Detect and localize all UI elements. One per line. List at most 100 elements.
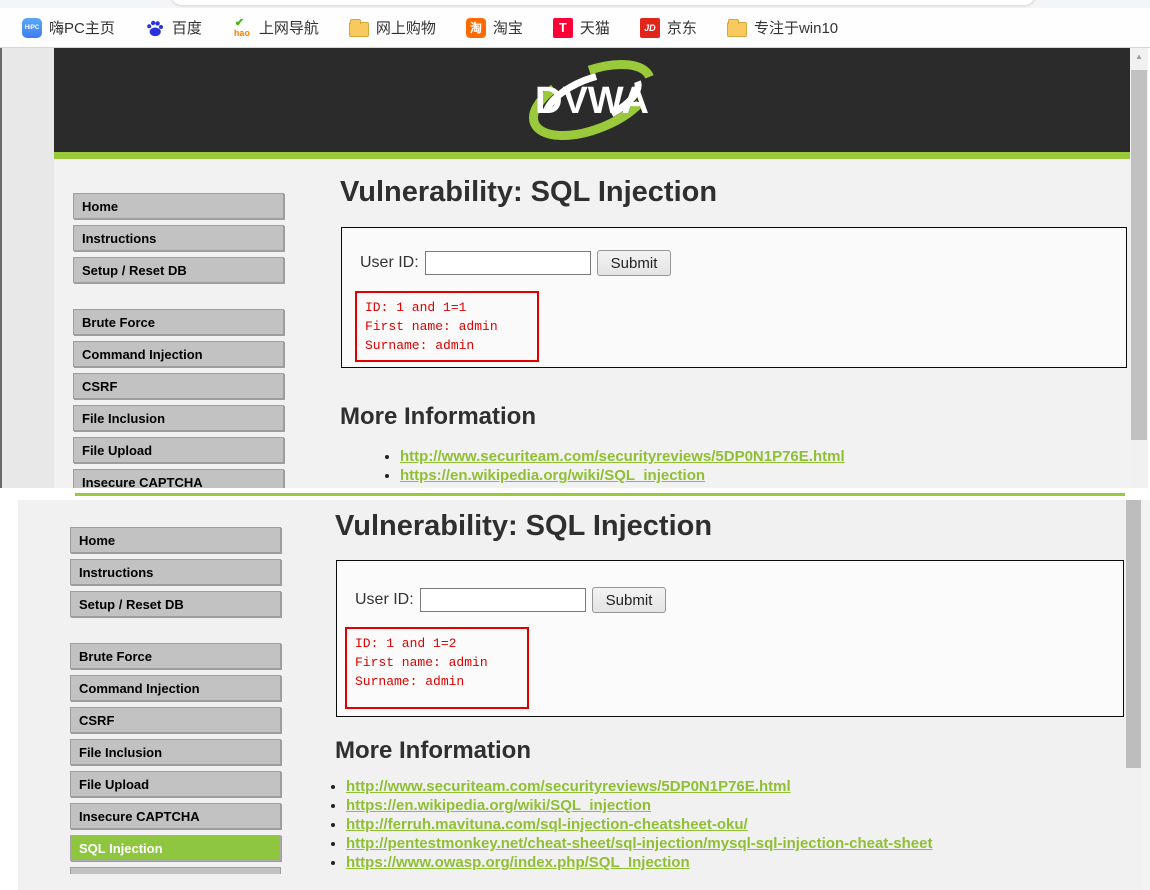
- menu-item-sql-injection-active[interactable]: SQL Injection: [70, 835, 281, 861]
- page-bottom-screenshot: Home Instructions Setup / Reset DB Brute…: [0, 500, 1150, 890]
- user-id-label: User ID:: [355, 591, 414, 609]
- left-gutter: [2, 48, 54, 488]
- taobao-icon: 淘: [466, 18, 486, 38]
- baidu-paw-icon: [145, 18, 165, 38]
- address-bar-bottom[interactable]: [170, 0, 1036, 6]
- menu-item-instructions[interactable]: Instructions: [70, 559, 281, 585]
- user-id-input[interactable]: [425, 251, 591, 275]
- folder-icon: [349, 22, 369, 37]
- bookmark-label: 京东: [667, 17, 697, 38]
- link-pentestmonkey[interactable]: http://pentestmonkey.net/cheat-sheet/sql…: [346, 835, 932, 852]
- bookmark-shopping-folder[interactable]: 网上购物: [349, 17, 436, 38]
- menu-item-file-upload[interactable]: File Upload: [70, 771, 281, 797]
- more-information-links: http://www.securiteam.com/securityreview…: [306, 777, 932, 872]
- menu-item-brute-force[interactable]: Brute Force: [73, 309, 284, 335]
- scrollbar: ▲: [1130, 48, 1148, 488]
- menu-item-setup-reset-db[interactable]: Setup / Reset DB: [70, 591, 281, 617]
- link-item: https://en.wikipedia.org/wiki/SQL_inject…: [400, 466, 845, 485]
- menu-item-brute-force[interactable]: Brute Force: [70, 643, 281, 669]
- user-id-label: User ID:: [360, 254, 419, 272]
- bookmark-label: 百度: [172, 17, 202, 38]
- bookmark-label: 嗨PC主页: [49, 17, 115, 38]
- page-title: Vulnerability: SQL Injection: [335, 510, 712, 543]
- more-information-links: http://www.securiteam.com/securityreview…: [360, 447, 845, 485]
- hipc-icon: HiPC: [22, 18, 42, 38]
- menu-item-home[interactable]: Home: [70, 527, 281, 553]
- menu-item-clipped[interactable]: [70, 867, 281, 874]
- bookmark-tmall[interactable]: T 天猫: [553, 17, 610, 38]
- link-wikipedia[interactable]: https://en.wikipedia.org/wiki/SQL_inject…: [346, 797, 651, 814]
- menu-item-insecure-captcha[interactable]: Insecure CAPTCHA: [73, 469, 284, 488]
- result-line: First name: admin: [365, 317, 529, 336]
- scrollbar: [1125, 500, 1142, 890]
- page-top-screenshot: DVWA Home Instructions Setup / Reset DB …: [0, 48, 1150, 488]
- sql-result-box: ID: 1 and 1=2 First name: admin Surname:…: [345, 627, 529, 709]
- vulnerable-code-area: User ID: Submit ID: 1 and 1=1 First name…: [341, 227, 1127, 368]
- link-wikipedia[interactable]: https://en.wikipedia.org/wiki/SQL_inject…: [400, 467, 705, 484]
- sidebar-menu: Home Instructions Setup / Reset DB Brute…: [73, 193, 284, 488]
- dvwa-header: DVWA: [54, 48, 1130, 152]
- bookmark-win10-folder[interactable]: 专注于win10: [727, 17, 838, 38]
- more-information-heading: More Information: [340, 403, 536, 431]
- scrollbar-thumb[interactable]: [1126, 500, 1141, 768]
- link-item: http://www.securiteam.com/securityreview…: [346, 777, 932, 796]
- bookmark-baidu[interactable]: 百度: [145, 17, 202, 38]
- menu-item-insecure-captcha[interactable]: Insecure CAPTCHA: [70, 803, 281, 829]
- link-item: http://ferruh.mavituna.com/sql-injection…: [346, 815, 932, 834]
- menu-item-file-inclusion[interactable]: File Inclusion: [70, 739, 281, 765]
- bookmark-label: 天猫: [580, 17, 610, 38]
- sql-result-box: ID: 1 and 1=1 First name: admin Surname:…: [355, 291, 539, 362]
- submit-button[interactable]: Submit: [592, 587, 667, 613]
- link-securiteam[interactable]: http://www.securiteam.com/securityreview…: [400, 448, 845, 465]
- folder-icon: [727, 22, 747, 37]
- dvwa-logo: DVWA: [507, 52, 677, 148]
- bookmark-label: 淘宝: [493, 17, 523, 38]
- menu-item-home[interactable]: Home: [73, 193, 284, 219]
- scrollbar-thumb[interactable]: [1131, 70, 1147, 440]
- bookmark-hao123[interactable]: ✔ hao 上网导航: [232, 17, 319, 38]
- bookmark-jd[interactable]: JD 京东: [640, 17, 697, 38]
- bookmark-taobao[interactable]: 淘 淘宝: [466, 17, 523, 38]
- result-line: First name: admin: [355, 653, 519, 672]
- dvwa-logo-text: DVWA: [535, 80, 649, 122]
- menu-item-csrf[interactable]: CSRF: [73, 373, 284, 399]
- link-securiteam[interactable]: http://www.securiteam.com/securityreview…: [346, 778, 791, 795]
- bookmarks-bar: HiPC 嗨PC主页 百度 ✔ hao 上网导航 网上购物 淘: [0, 8, 1150, 48]
- green-banner-stripe: [54, 152, 1130, 159]
- menu-item-file-inclusion[interactable]: File Inclusion: [73, 405, 284, 431]
- hao123-icon: ✔ hao: [232, 18, 252, 38]
- page-title: Vulnerability: SQL Injection: [340, 176, 717, 209]
- result-line: Surname: admin: [355, 672, 519, 691]
- link-item: http://www.securiteam.com/securityreview…: [400, 447, 845, 466]
- dvwa-page: DVWA Home Instructions Setup / Reset DB …: [54, 48, 1130, 488]
- menu-item-setup-reset-db[interactable]: Setup / Reset DB: [73, 257, 284, 283]
- menu-item-command-injection[interactable]: Command Injection: [70, 675, 281, 701]
- menu-item-command-injection[interactable]: Command Injection: [73, 341, 284, 367]
- menu-item-instructions[interactable]: Instructions: [73, 225, 284, 251]
- user-id-form: User ID: Submit: [360, 250, 1126, 276]
- bookmark-label: 上网导航: [259, 17, 319, 38]
- menu-item-file-upload[interactable]: File Upload: [73, 437, 284, 463]
- link-item: http://pentestmonkey.net/cheat-sheet/sql…: [346, 834, 932, 853]
- check-icon: ✔: [235, 16, 244, 29]
- menu-group-gap: [70, 623, 281, 643]
- link-item: https://en.wikipedia.org/wiki/SQL_inject…: [346, 796, 932, 815]
- browser-topbar: [0, 0, 1150, 8]
- green-divider-line: [75, 493, 1125, 496]
- menu-item-csrf[interactable]: CSRF: [70, 707, 281, 733]
- menu-group-gap: [73, 289, 284, 309]
- bookmark-label: 网上购物: [376, 17, 436, 38]
- tmall-icon: T: [553, 18, 573, 38]
- right-margin: [1142, 500, 1150, 890]
- vulnerable-code-area: User ID: Submit ID: 1 and 1=2 First name…: [336, 560, 1124, 717]
- user-id-input[interactable]: [420, 588, 586, 612]
- link-owasp[interactable]: https://www.owasp.org/index.php/SQL_Inje…: [346, 854, 690, 871]
- submit-button[interactable]: Submit: [597, 250, 672, 276]
- result-line: ID: 1 and 1=2: [355, 634, 519, 653]
- sidebar-menu: Home Instructions Setup / Reset DB Brute…: [70, 527, 281, 874]
- link-item: https://www.owasp.org/index.php/SQL_Inje…: [346, 853, 932, 872]
- bookmark-hipc-home[interactable]: HiPC 嗨PC主页: [22, 17, 115, 38]
- scroll-up-arrow-icon[interactable]: ▲: [1130, 48, 1148, 66]
- bookmark-label: 专注于win10: [754, 17, 838, 38]
- link-mavituna[interactable]: http://ferruh.mavituna.com/sql-injection…: [346, 816, 748, 833]
